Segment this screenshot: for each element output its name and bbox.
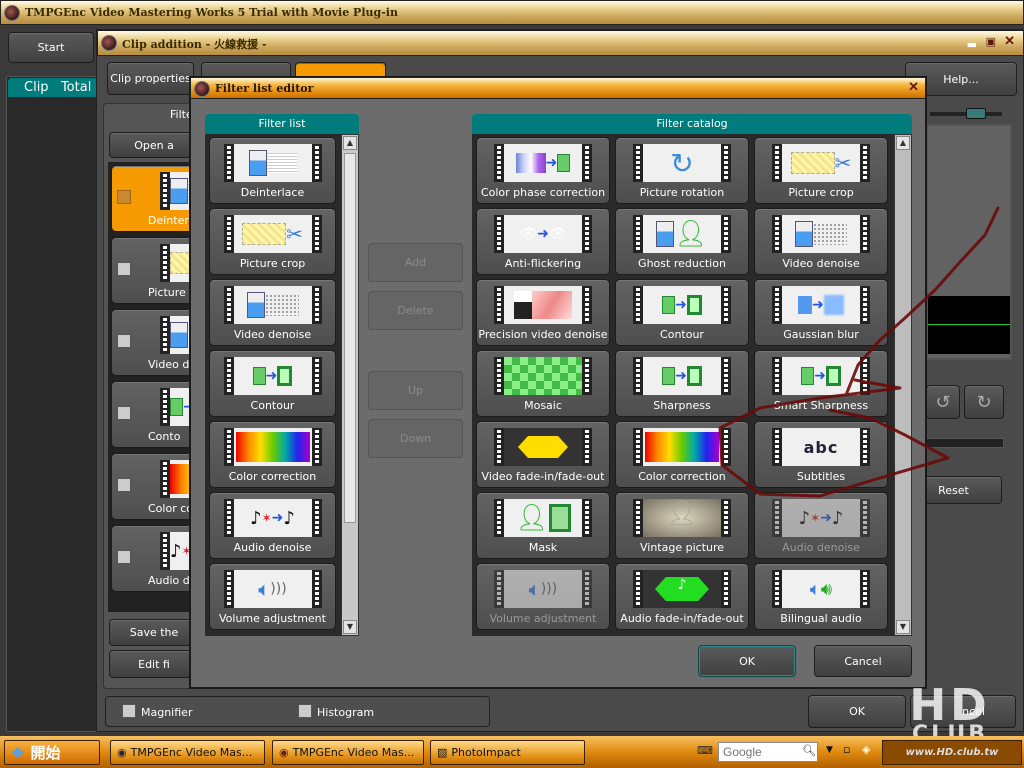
taskbar-label: TMPGEnc Video Mas... [130,746,253,759]
search-icon[interactable]: 🔍︎ [802,744,816,757]
window-icon[interactable]: ▫ [843,743,850,756]
photoimpact-icon: ▧ [437,746,448,759]
keyboard-icon[interactable]: ⌨ [697,744,713,757]
system-tray: www.HD.club.tw [882,740,1022,765]
dropdown-icon[interactable]: ▼ [826,745,833,755]
taskbar-item-photoimpact[interactable]: ▧ PhotoImpact [430,740,585,765]
annotation-stroke [718,206,1000,498]
tray-icon[interactable]: ◈ [862,743,870,756]
windows-logo-icon: ❖ [11,743,25,762]
tmpgenc-icon: ◉ [117,746,127,759]
start-label: 開始 [30,744,61,762]
taskbar-label: TMPGEnc Video Mas... [292,746,415,759]
taskbar-label: PhotoImpact [451,746,521,759]
start-menu-button[interactable]: ❖ 開始 [4,740,100,765]
tmpgenc-icon: ◉ [279,746,289,759]
annotation-scribble [718,206,1000,498]
taskbar-item-tmpgenc-1[interactable]: ◉ TMPGEnc Video Mas... [110,740,265,765]
taskbar-item-tmpgenc-2[interactable]: ◉ TMPGEnc Video Mas... [272,740,424,765]
watermark-url: www.HD.club.tw [905,747,999,758]
